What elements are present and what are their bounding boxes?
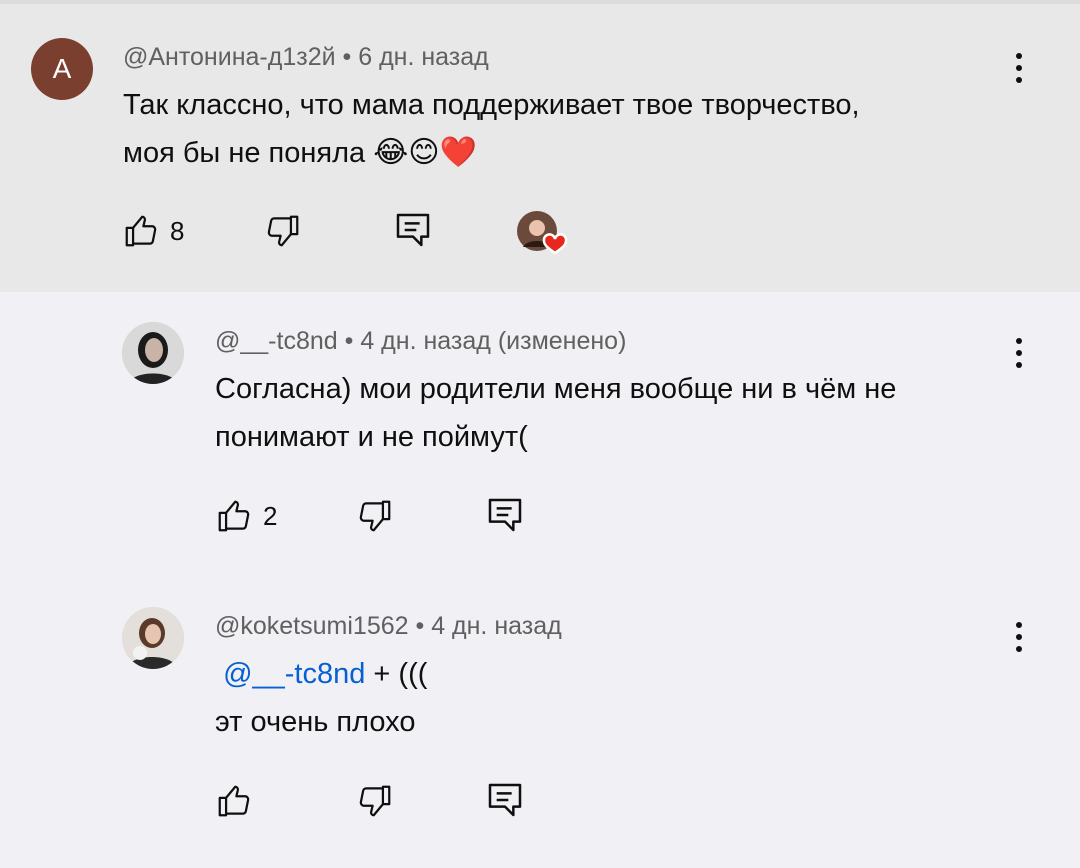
more-options-button[interactable]	[1004, 617, 1034, 657]
creator-heart-icon	[517, 211, 568, 255]
like-button[interactable]	[215, 782, 253, 820]
dislike-button[interactable]	[264, 212, 302, 250]
more-vert-icon	[1016, 338, 1022, 344]
profile-photo-icon	[122, 322, 184, 384]
thumb-up-icon	[218, 785, 250, 817]
author-name[interactable]: @Антонина-д1з2й	[123, 43, 336, 71]
comment-line: Согласна) мои родители меня вообще ни в …	[215, 373, 897, 405]
mention-suffix: + (((	[365, 658, 428, 690]
comment-text: Согласна) мои родители меня вообще ни в …	[215, 365, 896, 461]
edited-label: (изменено)	[497, 327, 627, 355]
reply-icon	[488, 783, 522, 817]
like-button[interactable]: 8	[122, 212, 184, 250]
more-options-button[interactable]	[1004, 333, 1034, 373]
comment-text: @__-tc8nd + ((( эт очень плохо	[215, 650, 427, 746]
thumb-down-icon	[359, 785, 391, 817]
emoji-text: 😂😊❤️	[373, 135, 477, 170]
comment-line: понимают и не поймут(	[215, 421, 528, 453]
reply-button[interactable]	[485, 495, 525, 535]
more-options-button[interactable]	[1004, 48, 1034, 88]
thumb-up-icon	[125, 215, 157, 247]
reply-button[interactable]	[393, 210, 433, 250]
comment-line-with-emoji: моя бы не поняла 😂😊❤️	[123, 135, 477, 170]
author-name[interactable]: @koketsumi1562	[215, 612, 409, 640]
reply-button[interactable]	[485, 780, 525, 820]
comment-text: Так классно, что мама поддерживает твое …	[123, 81, 860, 177]
comment-time[interactable]: 4 дн. назад	[431, 612, 562, 640]
more-vert-icon	[1016, 53, 1022, 59]
avatar[interactable]	[122, 322, 184, 384]
avatar[interactable]: А	[31, 38, 93, 100]
dislike-button[interactable]	[356, 497, 394, 535]
more-vert-icon	[1016, 622, 1022, 628]
like-count: 2	[263, 500, 278, 531]
like-button[interactable]: 2	[215, 497, 277, 535]
comment-meta: @__-tc8nd • 4 дн. назад (изменено)	[215, 327, 627, 355]
comment-line: эт очень плохо	[215, 706, 416, 738]
author-name[interactable]: @__-tc8nd	[215, 327, 338, 355]
reply-icon	[396, 213, 430, 247]
creator-heart	[515, 209, 571, 259]
comment-line-with-mention: @__-tc8nd + (((	[215, 650, 427, 698]
reply-icon	[488, 498, 522, 532]
thumb-down-icon	[267, 215, 299, 247]
comment-meta: @Антонина-д1з2й • 6 дн. назад	[123, 43, 489, 71]
avatar-letter: А	[52, 53, 72, 84]
dislike-button[interactable]	[356, 782, 394, 820]
comment-line: Так классно, что мама поддерживает твое …	[123, 89, 860, 121]
comment-time[interactable]: 6 дн. назад	[358, 43, 489, 71]
like-count: 8	[170, 215, 185, 246]
comment-meta: @koketsumi1562 • 4 дн. назад	[215, 612, 562, 640]
thumb-down-icon	[359, 500, 391, 532]
comment-time[interactable]: 4 дн. назад	[360, 327, 491, 355]
mention-link[interactable]: @__-tc8nd	[223, 658, 365, 690]
avatar[interactable]	[122, 607, 184, 669]
profile-photo-icon	[122, 607, 184, 669]
thumb-up-icon	[218, 500, 250, 532]
